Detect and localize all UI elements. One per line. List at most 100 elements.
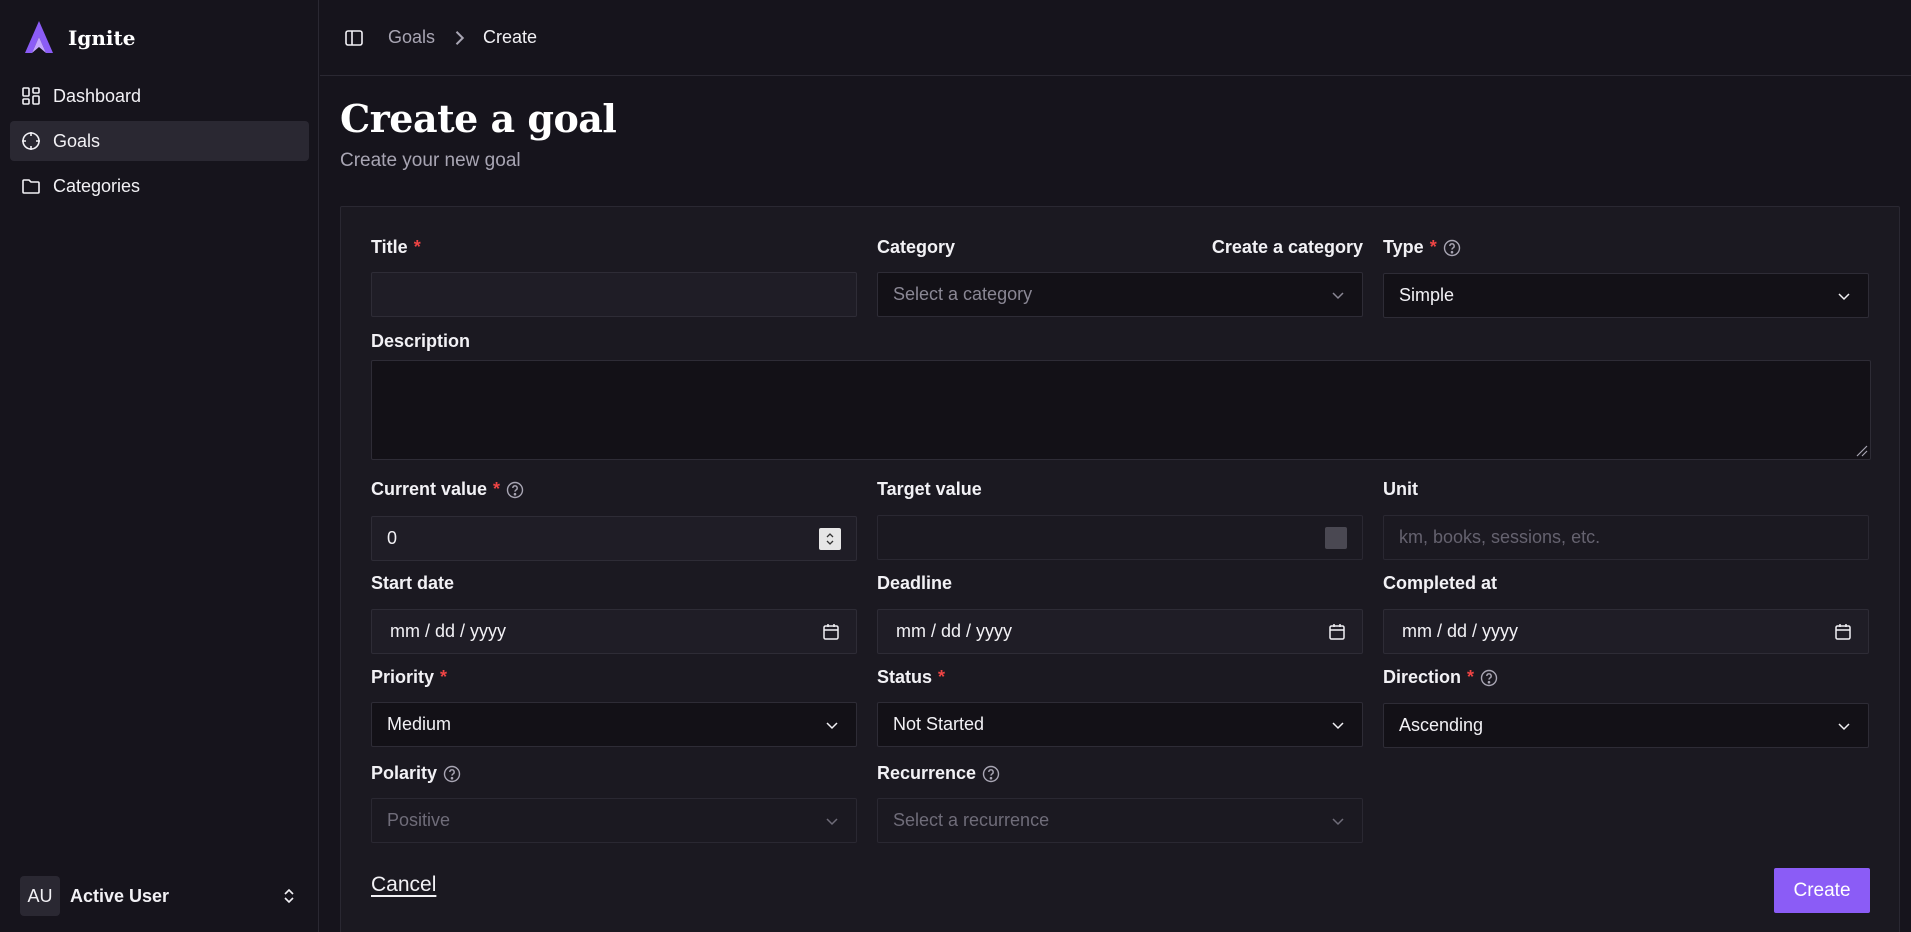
sidebar-toggle-icon[interactable] — [344, 28, 364, 48]
help-circle-icon — [443, 765, 461, 782]
chevron-down-icon — [1332, 817, 1344, 825]
status-value: Not Started — [893, 714, 985, 734]
recurrence-field: Recurrence Select a recurrence — [877, 763, 1363, 843]
topbar: Goals Create — [320, 0, 1911, 76]
sidebar-nav: Dashboard Goals Categories — [10, 76, 309, 211]
recurrence-select[interactable]: Select a recurrence — [877, 798, 1363, 843]
title-input[interactable] — [387, 284, 841, 305]
chevron-down-icon — [1838, 722, 1850, 730]
create-button[interactable]: Create — [1774, 868, 1870, 913]
deadline-input[interactable]: mm / dd / yyyy — [877, 609, 1363, 654]
priority-select[interactable]: Medium — [371, 702, 857, 747]
title-label: Title — [371, 237, 408, 257]
category-select[interactable]: Select a category — [877, 272, 1363, 317]
required-marker: * — [938, 667, 946, 687]
type-field: Type * Simple — [1383, 237, 1869, 318]
direction-field: Direction * Ascending — [1383, 667, 1869, 748]
app-name: Ignite — [68, 26, 136, 50]
required-marker: * — [1429, 237, 1437, 257]
chevron-down-icon — [826, 817, 838, 825]
create-category-link[interactable]: Create a category — [1212, 237, 1363, 258]
cancel-button[interactable]: Cancel — [371, 873, 436, 897]
description-label: Description — [371, 331, 471, 351]
goal-form: Title * Category Create a category Selec… — [340, 206, 1900, 932]
required-marker: * — [413, 237, 421, 257]
page-title: Create a goal — [340, 96, 617, 141]
help-circle-icon — [982, 765, 1000, 782]
unit-label: Unit — [1383, 479, 1418, 499]
completed-at-label: Completed at — [1383, 573, 1498, 593]
calendar-icon[interactable] — [821, 622, 841, 642]
recurrence-label: Recurrence — [877, 763, 977, 783]
polarity-label: Polarity — [371, 763, 438, 783]
ignite-logo-icon — [25, 21, 53, 53]
direction-value: Ascending — [1399, 715, 1484, 735]
deadline-value: mm / dd / yyyy — [896, 621, 1013, 641]
status-field: Status * Not Started — [877, 667, 1363, 747]
sidebar-item-goals[interactable]: Goals — [10, 121, 309, 161]
chevron-down-icon — [826, 721, 838, 729]
current-value-field: Current value * 0 — [371, 479, 857, 561]
type-select[interactable]: Simple — [1383, 273, 1869, 318]
direction-label: Direction — [1383, 667, 1462, 687]
sidebar-item-label: Goals — [53, 130, 101, 151]
chevrons-up-down-icon — [284, 888, 294, 904]
number-stepper — [1325, 526, 1347, 549]
help-circle-icon — [506, 481, 524, 498]
title-input-wrapper — [371, 272, 857, 317]
current-value-label: Current value — [371, 479, 488, 499]
brand[interactable]: Ignite — [22, 18, 135, 58]
category-field: Category Create a category Select a cate… — [877, 237, 1363, 317]
target-value-label: Target value — [877, 479, 982, 499]
user-menu[interactable]: AU Active User — [20, 876, 299, 916]
target-value-field: Target value — [877, 479, 1363, 560]
breadcrumb-goals[interactable]: Goals — [388, 27, 435, 48]
chevron-up-icon — [826, 532, 834, 537]
calendar-icon[interactable] — [1833, 622, 1853, 642]
required-marker: * — [493, 479, 501, 499]
polarity-select[interactable]: Positive — [371, 798, 857, 843]
help-circle-icon — [1480, 669, 1498, 686]
priority-label: Priority — [371, 667, 435, 687]
direction-select[interactable]: Ascending — [1383, 703, 1869, 748]
sidebar-item-categories[interactable]: Categories — [10, 166, 309, 206]
resize-handle-icon[interactable] — [1854, 443, 1868, 457]
type-label: Type — [1383, 237, 1424, 257]
user-name: Active User — [70, 885, 170, 906]
start-date-value: mm / dd / yyyy — [390, 621, 507, 641]
unit-input-wrapper — [1383, 515, 1869, 560]
polarity-value: Positive — [387, 810, 451, 830]
calendar-icon[interactable] — [1327, 622, 1347, 642]
chevron-down-icon — [826, 540, 834, 545]
recurrence-placeholder: Select a recurrence — [893, 810, 1050, 830]
required-marker: * — [1467, 667, 1475, 687]
chevron-down-icon — [1838, 292, 1850, 300]
avatar: AU — [20, 876, 60, 916]
folder-icon — [22, 179, 40, 194]
status-select[interactable]: Not Started — [877, 702, 1363, 747]
target-value-input[interactable] — [877, 515, 1363, 560]
start-date-field: Start date mm / dd / yyyy — [371, 573, 857, 654]
current-value-input[interactable]: 0 — [371, 516, 857, 561]
start-date-label: Start date — [371, 573, 455, 593]
sidebar-item-dashboard[interactable]: Dashboard — [10, 76, 309, 116]
start-date-input[interactable]: mm / dd / yyyy — [371, 609, 857, 654]
priority-field: Priority * Medium — [371, 667, 857, 747]
page-subtitle: Create your new goal — [340, 150, 521, 171]
category-label: Category — [877, 237, 956, 257]
chevron-down-icon — [1332, 721, 1344, 729]
completed-at-field: Completed at mm / dd / yyyy — [1383, 573, 1869, 654]
unit-input[interactable] — [1399, 527, 1853, 548]
sidebar-item-label: Categories — [53, 175, 141, 196]
completed-at-value: mm / dd / yyyy — [1402, 621, 1519, 641]
category-placeholder: Select a category — [893, 284, 1033, 304]
status-label: Status — [877, 667, 933, 687]
chevron-down-icon — [1332, 291, 1344, 299]
help-circle-icon — [1443, 239, 1460, 256]
chevron-right-icon — [455, 30, 465, 45]
number-stepper[interactable] — [819, 527, 841, 550]
deadline-label: Deadline — [877, 573, 953, 593]
completed-at-input[interactable]: mm / dd / yyyy — [1383, 609, 1869, 654]
description-textarea[interactable] — [371, 360, 1871, 460]
required-marker: * — [440, 667, 448, 687]
